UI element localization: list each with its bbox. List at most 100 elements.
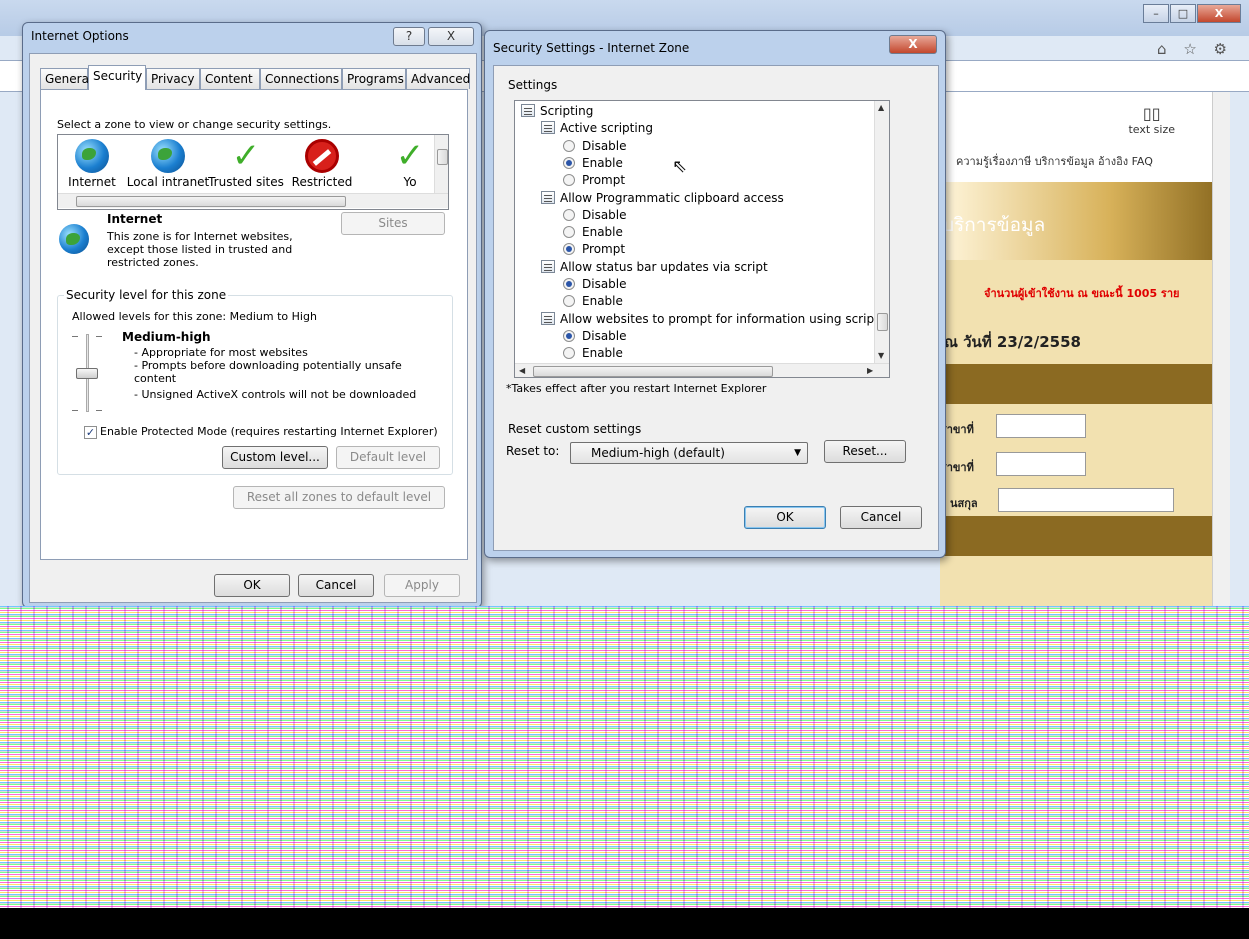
radio-button[interactable]: [563, 226, 575, 239]
setting-option[interactable]: Prompt: [563, 172, 625, 189]
page-icon: ▯▯: [1142, 104, 1161, 123]
custom-level-button[interactable]: Custom level...: [222, 446, 328, 469]
setting-label: Disable: [582, 328, 627, 343]
tab-advanced[interactable]: Advanced: [406, 68, 470, 89]
screen: – □ X ⌂ ☆ ⚙ ▯▯ text size ความรู้เรื่องภา…: [0, 0, 1249, 939]
zone-description: This zone is for Internet websites,: [107, 230, 293, 243]
reset-level-select[interactable]: Medium-high (default) ▼: [570, 442, 808, 464]
section-bar: [940, 364, 1212, 404]
web-page: ▯▯ text size ความรู้เรื่องภาษี บริการข้อ…: [940, 92, 1230, 606]
radio-button[interactable]: [563, 156, 575, 169]
scroll-thumb[interactable]: [533, 366, 773, 377]
text-size-control[interactable]: ▯▯ text size: [1128, 104, 1175, 136]
tab-programs[interactable]: Programs: [342, 68, 406, 89]
radio-button[interactable]: [563, 278, 575, 290]
settings-tree[interactable]: Scripting Active scripting Disable Enable Pr…: [514, 100, 890, 378]
close-button[interactable]: X: [1197, 4, 1241, 23]
protected-mode-label: Enable Protected Mode (requires restarti…: [100, 425, 438, 438]
radio-button[interactable]: [563, 329, 575, 342]
cancel-button[interactable]: Cancel: [840, 506, 922, 529]
setting-option[interactable]: Prompt: [563, 241, 625, 258]
zone-internet[interactable]: Internet: [64, 135, 120, 189]
text-field[interactable]: [996, 452, 1086, 476]
text-field[interactable]: [998, 488, 1174, 512]
ok-button[interactable]: OK: [214, 574, 290, 597]
setting-option[interactable]: Enable: [563, 224, 623, 241]
zone-local-intranet[interactable]: Local intranet: [126, 135, 210, 189]
ok-button[interactable]: OK: [744, 506, 826, 529]
tab-content[interactable]: Content: [200, 68, 260, 89]
tab-strip: General Security Privacy Content Connect…: [40, 65, 470, 90]
minimize-button[interactable]: –: [1143, 4, 1169, 23]
scroll-thumb[interactable]: [76, 196, 346, 207]
tab-general[interactable]: General: [40, 68, 92, 89]
setting-option[interactable]: Disable: [563, 276, 627, 293]
setting-label: Prompt: [582, 173, 626, 188]
maximize-button[interactable]: □: [1170, 4, 1196, 23]
security-tab-panel: Select a zone to view or change security…: [40, 89, 468, 560]
scroll-up-arrow[interactable]: ▲: [878, 103, 884, 112]
level-point: - Prompts before downloading potentially…: [134, 359, 402, 372]
scroll-thumb[interactable]: [877, 313, 888, 331]
internet-options-dialog: Internet Options ? X General Security Pr…: [22, 22, 482, 608]
tree-hscrollbar[interactable]: ◀ ▶: [515, 363, 889, 377]
close-button[interactable]: X: [889, 35, 937, 54]
settings-icon: [541, 190, 555, 204]
setting-option[interactable]: Enable: [563, 293, 623, 310]
setting-option[interactable]: Disable: [563, 207, 627, 224]
scroll-thumb[interactable]: [437, 149, 448, 165]
level-point: - Unsigned ActiveX controls will not be …: [134, 388, 417, 401]
page-scrollbar[interactable]: [1212, 92, 1230, 606]
tab-security[interactable]: Security: [88, 65, 146, 90]
zone-trusted-sites[interactable]: ✓ Trusted sites: [208, 135, 284, 189]
scroll-down-arrow[interactable]: ▼: [878, 351, 884, 360]
reset-button[interactable]: Reset...: [824, 440, 906, 463]
radio-button[interactable]: [563, 174, 575, 187]
zone-description: except those listed in trusted and: [107, 243, 293, 256]
radio-button[interactable]: [563, 139, 575, 152]
setting-option[interactable]: Enable: [563, 345, 623, 362]
protected-mode-checkbox[interactable]: ✓: [84, 426, 97, 439]
setting-label: Prompt: [582, 242, 626, 257]
settings-icon: [541, 311, 555, 325]
tree-vscrollbar[interactable]: ▲ ▼: [874, 101, 889, 363]
security-level-group: Security level for this zone Allowed lev…: [57, 288, 453, 475]
browser-toolbar-icons[interactable]: ⌂ ☆ ⚙: [1157, 40, 1233, 58]
tab-privacy[interactable]: Privacy: [146, 68, 200, 89]
allowed-levels: Allowed levels for this zone: Medium to …: [72, 310, 317, 323]
zone-restricted[interactable]: Restricted: [286, 135, 358, 189]
setting-item: Allow Programmatic clipboard access: [541, 190, 784, 207]
cancel-button[interactable]: Cancel: [298, 574, 374, 597]
setting-label: Active scripting: [560, 121, 653, 136]
sites-button[interactable]: Sites: [341, 212, 445, 235]
site-nav[interactable]: ความรู้เรื่องภาษี บริการข้อมูล อ้างอิง F…: [956, 152, 1153, 170]
radio-button[interactable]: [563, 347, 575, 360]
security-level-slider[interactable]: [72, 334, 102, 412]
help-button[interactable]: ?: [393, 27, 425, 46]
text-field[interactable]: [996, 414, 1086, 438]
zone-hscrollbar[interactable]: [58, 193, 448, 208]
reset-all-zones-button[interactable]: Reset all zones to default level: [233, 486, 445, 509]
zone-scrollbar[interactable]: [434, 135, 448, 193]
setting-label: Enable: [582, 155, 623, 170]
apply-button[interactable]: Apply: [384, 574, 460, 597]
radio-button[interactable]: [563, 243, 575, 256]
slider-thumb[interactable]: [76, 367, 98, 379]
reset-group: Reset custom settings Reset to: Medium-h…: [506, 422, 928, 488]
tab-connections[interactable]: Connections: [260, 68, 342, 89]
radio-button[interactable]: [563, 295, 575, 308]
setting-label: Enable: [582, 225, 623, 240]
zone-label: Internet: [68, 175, 116, 189]
default-level-button[interactable]: Default level: [336, 446, 440, 469]
radio-button[interactable]: [563, 208, 575, 221]
intranet-zone-icon: [151, 139, 185, 173]
scroll-left-arrow[interactable]: ◀: [519, 366, 525, 375]
scroll-right-arrow[interactable]: ▶: [867, 366, 873, 375]
setting-option[interactable]: Disable: [563, 138, 627, 155]
zone-partial[interactable]: ✓ Yo: [390, 135, 430, 189]
setting-option[interactable]: Disable: [563, 328, 627, 345]
zone-list[interactable]: Internet Local intranet ✓ Trusted sites …: [57, 134, 449, 210]
mouse-cursor-icon: ⇖: [672, 156, 688, 177]
close-button[interactable]: X: [428, 27, 474, 46]
setting-option[interactable]: Enable: [563, 155, 623, 172]
